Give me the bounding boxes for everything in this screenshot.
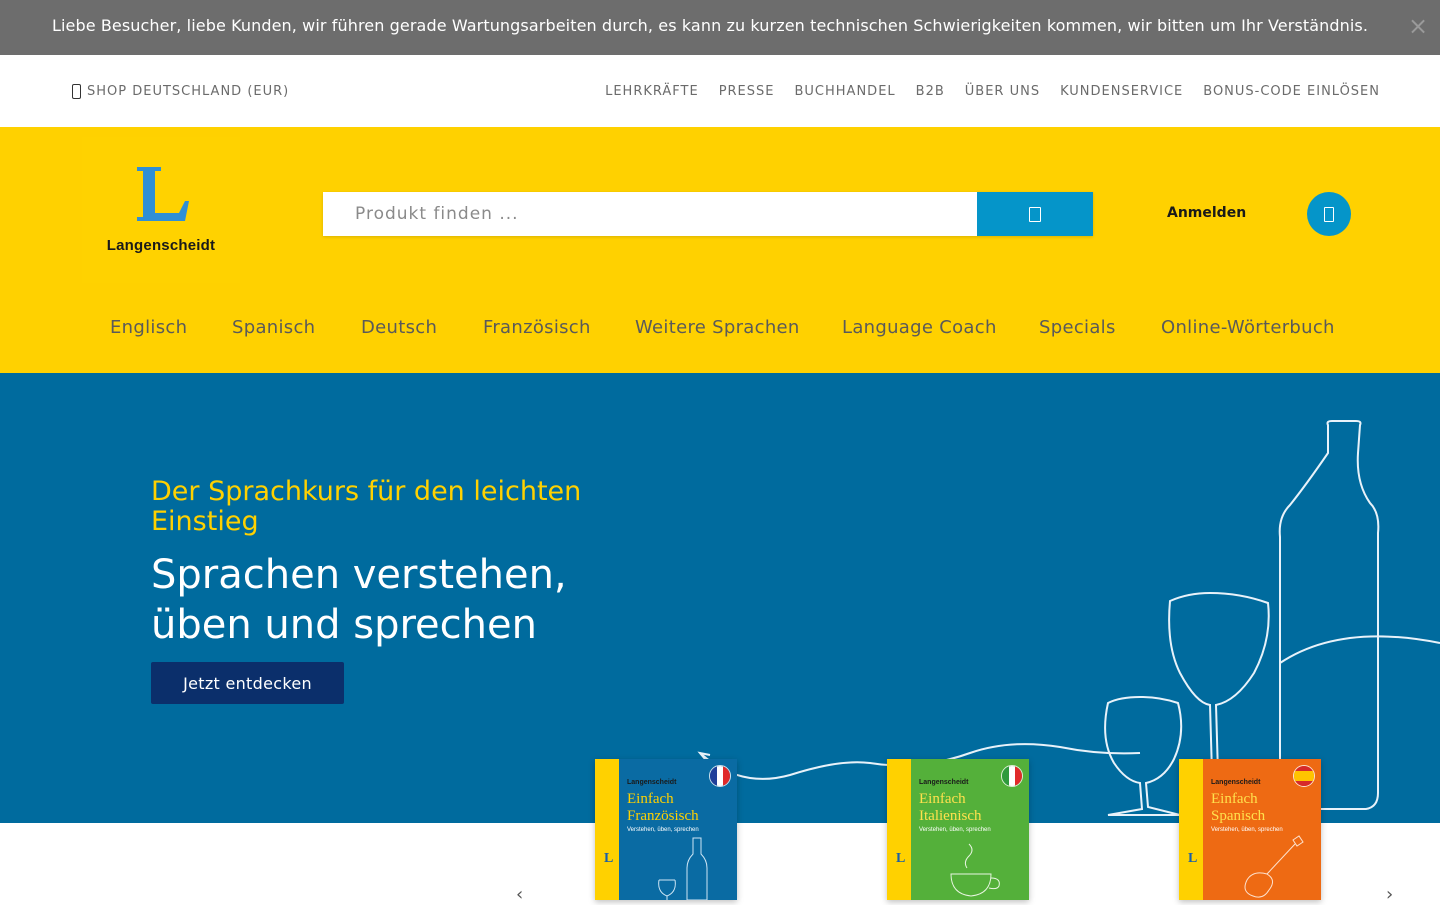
search-input[interactable]	[323, 192, 977, 236]
book-spine: L	[595, 759, 619, 900]
nav-item-englisch[interactable]: Englisch	[110, 317, 187, 338]
search-button[interactable]	[977, 192, 1093, 236]
nav-item-online-woerterbuch[interactable]: Online-Wörterbuch	[1161, 317, 1335, 338]
search-bar	[323, 192, 1093, 236]
book-title-line1: Einfach	[1211, 791, 1258, 807]
hero-banner: Der Sprachkurs für den leichten Einstieg…	[0, 373, 1440, 823]
nav-item-language-coach[interactable]: Language Coach	[842, 317, 997, 338]
flag-france-icon	[709, 765, 731, 787]
util-link-presse[interactable]: PRESSE	[719, 84, 775, 99]
logo-text: Langenscheidt	[106, 237, 216, 254]
book-cover: Langenscheidt Einfach Italienisch Verste…	[911, 759, 1029, 900]
close-icon[interactable]: ×	[1406, 14, 1430, 38]
util-link-b2b[interactable]: B2B	[916, 84, 945, 99]
logo[interactable]: Langenscheidt	[82, 137, 240, 283]
shop-selector[interactable]: SHOP DEUTSCHLAND (EUR)	[72, 84, 289, 99]
book-einfach-spanisch[interactable]: L Langenscheidt Einfach Spanisch Versteh…	[1179, 759, 1321, 900]
book-title-line1: Einfach	[919, 791, 966, 807]
main-nav: Englisch Spanisch Deutsch Französisch We…	[0, 317, 1440, 341]
nav-item-spanisch[interactable]: Spanisch	[232, 317, 315, 338]
cart-icon	[1324, 206, 1334, 222]
utility-bar: SHOP DEUTSCHLAND (EUR) LEHRKRÄFTE PRESSE…	[0, 55, 1440, 127]
location-pin-icon	[72, 84, 81, 99]
book-cover: Langenscheidt Einfach Französisch Verste…	[619, 759, 737, 900]
book-title: Einfach Französisch	[627, 791, 699, 825]
flag-spain-icon	[1293, 765, 1315, 787]
book-logo-mark: L	[896, 851, 906, 866]
book-brand: Langenscheidt	[627, 779, 677, 786]
search-icon	[1029, 206, 1041, 222]
book-einfach-italienisch[interactable]: L Langenscheidt Einfach Italienisch Vers…	[887, 759, 1029, 900]
book-illustration	[1244, 835, 1304, 898]
hero-illustration	[697, 420, 1440, 816]
book-illustration	[950, 843, 1000, 897]
book-einfach-franzoesisch[interactable]: L Langenscheidt Einfach Französisch Vers…	[595, 759, 737, 900]
carousel-next-icon[interactable]: ›	[1386, 884, 1393, 905]
flag-italy-icon	[1001, 765, 1023, 787]
util-link-lehrkraefte[interactable]: LEHRKRÄFTE	[605, 84, 699, 99]
notice-text: Liebe Besucher, liebe Kunden, wir führen…	[51, 16, 1369, 35]
book-tagline: Verstehen, üben, sprechen	[1211, 827, 1283, 833]
util-link-kundenservice[interactable]: KUNDENSERVICE	[1060, 84, 1183, 99]
book-illustration	[658, 837, 708, 900]
book-cover: Langenscheidt Einfach Spanisch Verstehen…	[1203, 759, 1321, 900]
nav-item-franzoesisch[interactable]: Französisch	[483, 317, 591, 338]
hero-title: Sprachen verstehen, üben und sprechen	[151, 552, 567, 648]
utility-nav: LEHRKRÄFTE PRESSE BUCHHANDEL B2B ÜBER UN…	[605, 84, 1380, 99]
book-title: Einfach Spanisch	[1211, 791, 1265, 825]
carousel-prev-icon[interactable]: ‹	[516, 884, 523, 905]
nav-item-specials[interactable]: Specials	[1039, 317, 1116, 338]
logo-mark-icon	[137, 167, 189, 221]
util-link-bonus-code[interactable]: BONUS-CODE EINLÖSEN	[1203, 84, 1380, 99]
book-tagline: Verstehen, üben, sprechen	[919, 827, 991, 833]
book-spine: L	[1179, 759, 1203, 900]
book-title-line1: Einfach	[627, 791, 674, 807]
nav-item-weitere-sprachen[interactable]: Weitere Sprachen	[635, 317, 800, 338]
discover-button[interactable]: Jetzt entdecken	[151, 662, 344, 704]
nav-item-deutsch[interactable]: Deutsch	[361, 317, 437, 338]
util-link-buchhandel[interactable]: BUCHHANDEL	[795, 84, 896, 99]
login-link[interactable]: Anmelden	[1167, 205, 1246, 221]
book-spine: L	[887, 759, 911, 900]
book-logo-mark: L	[604, 851, 614, 866]
util-link-ueber-uns[interactable]: ÜBER UNS	[965, 84, 1040, 99]
book-title: Einfach Italienisch	[919, 791, 981, 825]
shop-selector-label: SHOP DEUTSCHLAND (EUR)	[87, 84, 290, 99]
site-header: Langenscheidt Anmelden Englisch Spanisch…	[0, 127, 1440, 373]
book-brand: Langenscheidt	[1211, 779, 1261, 786]
book-logo-mark: L	[1188, 851, 1198, 866]
book-title-line2: Spanisch	[1211, 808, 1266, 824]
hero-subtitle: Der Sprachkurs für den leichten Einstieg	[151, 476, 582, 537]
book-tagline: Verstehen, üben, sprechen	[627, 827, 699, 833]
cart-button[interactable]	[1307, 192, 1351, 236]
maintenance-notice: Liebe Besucher, liebe Kunden, wir führen…	[0, 0, 1440, 55]
book-brand: Langenscheidt	[919, 779, 969, 786]
book-title-line2: Französisch	[627, 808, 699, 824]
book-title-line2: Italienisch	[919, 808, 982, 824]
